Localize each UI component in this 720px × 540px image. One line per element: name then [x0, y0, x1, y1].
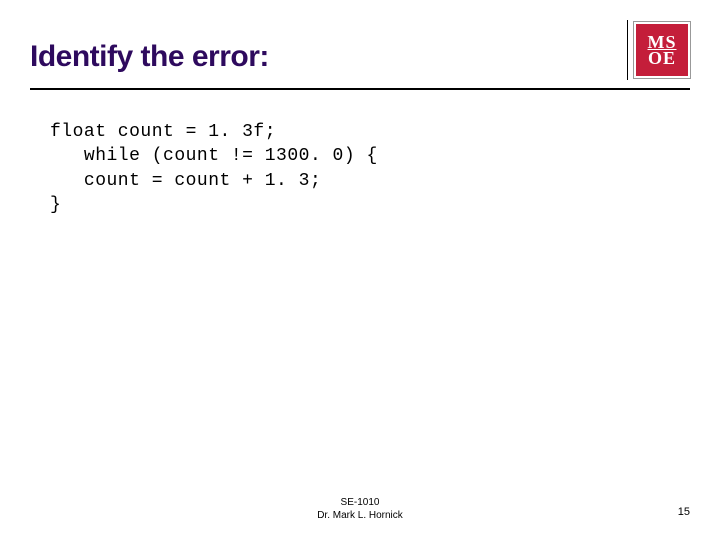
slide-title: Identify the error:: [30, 40, 269, 74]
title-underline: [30, 88, 690, 90]
code-line-4: }: [50, 195, 61, 215]
code-line-1: float count = 1. 3f;: [50, 122, 276, 142]
code-line-3: count = count + 1. 3;: [50, 171, 321, 191]
title-row: Identify the error: MS OE: [30, 40, 690, 80]
footer: SE-1010 Dr. Mark L. Hornick: [0, 496, 720, 522]
page-number: 15: [678, 506, 690, 518]
footer-author: Dr. Mark L. Hornick: [0, 509, 720, 522]
logo-area: MS OE: [627, 20, 690, 80]
code-block: float count = 1. 3f; while (count != 130…: [30, 120, 690, 217]
slide: Identify the error: MS OE float count = …: [0, 0, 720, 540]
code-line-2: while (count != 1300. 0) {: [50, 146, 378, 166]
logo-line2: OE: [648, 50, 676, 66]
logo-divider: [627, 20, 628, 80]
msoe-logo-icon: MS OE: [634, 22, 690, 78]
footer-course: SE-1010: [0, 496, 720, 509]
